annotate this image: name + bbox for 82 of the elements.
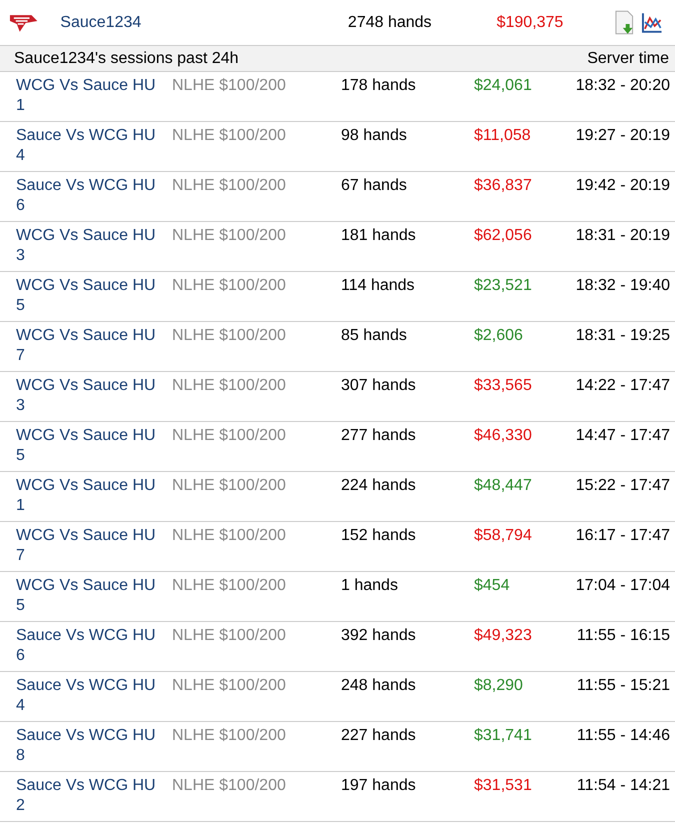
table-name-link[interactable]: WCG Vs Sauce HU 3: [16, 376, 166, 416]
session-time: 19:27 - 20:19: [576, 126, 670, 146]
table-name-link[interactable]: Sauce Vs WCG HU 4: [16, 676, 166, 716]
stakes: NLHE $100/200: [172, 426, 287, 446]
session-result: $48,447: [474, 476, 533, 496]
stakes: NLHE $100/200: [172, 726, 287, 746]
total-result: $190,375: [496, 12, 564, 32]
stakes: NLHE $100/200: [172, 676, 287, 696]
player-name[interactable]: Sauce1234: [60, 12, 256, 32]
session-result: $46,330: [474, 426, 533, 446]
chart-icon[interactable]: [641, 12, 663, 34]
stakes: NLHE $100/200: [172, 626, 287, 646]
stakes: NLHE $100/200: [172, 226, 287, 246]
session-time: 19:42 - 20:19: [576, 176, 670, 196]
session-time: 18:32 - 19:40: [576, 276, 670, 296]
session-time: 11:54 - 14:21: [576, 776, 670, 796]
hands-count: 227 hands: [341, 726, 417, 746]
hands-count: 307 hands: [341, 376, 417, 396]
session-result: $49,323: [474, 626, 533, 646]
stakes: NLHE $100/200: [172, 126, 287, 146]
document-download-icon[interactable]: [614, 10, 636, 36]
session-time: 18:31 - 19:25: [576, 326, 670, 346]
total-hands: 2748 hands: [348, 12, 433, 32]
session-result: $36,837: [474, 176, 533, 196]
session-time: 11:55 - 16:15: [576, 626, 670, 646]
stakes: NLHE $100/200: [172, 176, 287, 196]
session-time: 16:17 - 17:47: [576, 526, 670, 546]
table-name-link[interactable]: WCG Vs Sauce HU 5: [16, 276, 166, 316]
session-time: 18:32 - 20:20: [576, 76, 670, 96]
table-name-link[interactable]: WCG Vs Sauce HU 7: [16, 526, 166, 566]
hands-count: 1 hands: [341, 576, 399, 596]
table-name-link[interactable]: Sauce Vs WCG HU 4: [16, 126, 166, 166]
hands-count: 277 hands: [341, 426, 417, 446]
session-result: $454: [474, 576, 511, 596]
session-time: 15:22 - 17:47: [576, 476, 670, 496]
session-result: $8,290: [474, 676, 524, 696]
session-result: $31,531: [474, 776, 533, 796]
table-name-link[interactable]: Sauce Vs WCG HU 8: [16, 726, 166, 766]
hands-count: 224 hands: [341, 476, 417, 496]
hands-count: 114 hands: [341, 276, 416, 296]
stakes: NLHE $100/200: [172, 776, 287, 796]
table-name-link[interactable]: Sauce Vs WCG HU 6: [16, 176, 166, 216]
table-name-link[interactable]: WCG Vs Sauce HU 1: [16, 476, 166, 516]
session-result: $23,521: [474, 276, 533, 296]
session-time: 14:22 - 17:47: [576, 376, 670, 396]
hands-count: 197 hands: [341, 776, 417, 796]
table-name-link[interactable]: Sauce Vs WCG HU 6: [16, 626, 166, 666]
hands-count: 98 hands: [341, 126, 408, 146]
hands-count: 248 hands: [341, 676, 417, 696]
table-name-link[interactable]: WCG Vs Sauce HU 5: [16, 576, 166, 616]
stakes: NLHE $100/200: [172, 476, 287, 496]
hands-count: 67 hands: [341, 176, 408, 196]
session-result: $62,056: [474, 226, 533, 246]
hands-count: 85 hands: [341, 326, 408, 346]
hands-count: 152 hands: [341, 526, 417, 546]
session-result: $31,741: [474, 726, 533, 746]
session-result: $2,606: [474, 326, 524, 346]
table-name-link[interactable]: WCG Vs Sauce HU 1: [16, 76, 166, 116]
stakes: NLHE $100/200: [172, 576, 287, 596]
session-time: 17:04 - 17:04: [576, 576, 670, 596]
stakes: NLHE $100/200: [172, 76, 287, 96]
session-result: $33,565: [474, 376, 533, 396]
table-name-link[interactable]: WCG Vs Sauce HU 7: [16, 326, 166, 366]
session-result: $58,794: [474, 526, 533, 546]
sessions-title: Sauce1234's sessions past 24h: [14, 48, 239, 68]
session-time: 11:55 - 15:21: [576, 676, 670, 696]
session-result: $11,058: [474, 126, 532, 146]
hands-count: 178 hands: [341, 76, 417, 96]
hands-count: 392 hands: [341, 626, 417, 646]
stakes: NLHE $100/200: [172, 526, 287, 546]
stakes: NLHE $100/200: [172, 276, 287, 296]
stakes: NLHE $100/200: [172, 376, 287, 396]
table-name-link[interactable]: WCG Vs Sauce HU 3: [16, 226, 166, 266]
table-name-link[interactable]: Sauce Vs WCG HU 2: [16, 776, 166, 816]
session-time: 14:47 - 17:47: [576, 426, 670, 446]
stakes: NLHE $100/200: [172, 326, 287, 346]
session-result: $24,061: [474, 76, 533, 96]
session-time: 11:55 - 14:46: [576, 726, 670, 746]
session-time: 18:31 - 20:19: [576, 226, 670, 246]
hands-count: 181 hands: [341, 226, 417, 246]
table-name-link[interactable]: WCG Vs Sauce HU 5: [16, 426, 166, 466]
time-column-label: Server time: [587, 48, 669, 68]
